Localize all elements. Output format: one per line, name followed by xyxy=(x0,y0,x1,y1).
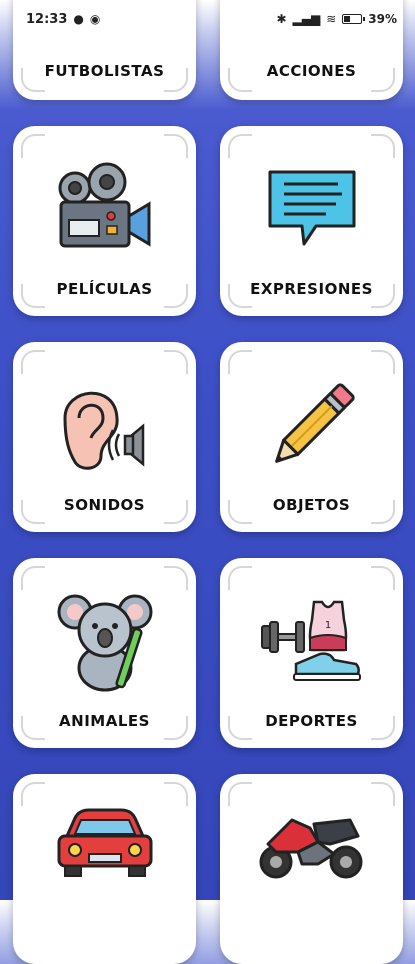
signal-icon: ▂▄▆ xyxy=(292,12,321,26)
battery-percent: 39% xyxy=(368,12,397,26)
category-card-motos[interactable] xyxy=(220,774,403,964)
status-bar: 12:33 ● ◉ ✱ ▂▄▆ ≋ 39% xyxy=(0,0,415,38)
notification-icon: ◉ xyxy=(89,12,101,26)
status-time: 12:33 xyxy=(26,11,68,27)
category-label: ACCIONES xyxy=(266,62,357,80)
category-label: FUTBOLISTAS xyxy=(44,62,165,80)
battery-icon xyxy=(342,14,366,24)
ear-speaker-icon xyxy=(62,391,144,470)
bluetooth-icon: ✱ xyxy=(276,12,287,26)
category-card-peliculas[interactable]: PELÍCULAS xyxy=(13,126,196,316)
motorcycle-icon xyxy=(259,818,362,879)
movie-camera-icon xyxy=(58,162,150,248)
category-card-expresiones[interactable]: EXPRESIONES xyxy=(220,126,403,316)
speech-bubble-icon xyxy=(268,170,355,246)
svg-text:1: 1 xyxy=(324,620,330,631)
category-card-animales[interactable]: ANIMALES xyxy=(13,558,196,748)
status-bar-right: ✱ ▂▄▆ ≋ 39% xyxy=(276,12,397,26)
category-card-objetos[interactable]: OBJETOS xyxy=(220,342,403,532)
wifi-icon: ≋ xyxy=(326,12,337,26)
sports-gear-icon: 1 xyxy=(260,600,361,681)
category-label: ANIMALES xyxy=(59,712,150,730)
category-card-sonidos[interactable]: SONIDOS xyxy=(13,342,196,532)
category-label: PELÍCULAS xyxy=(56,280,153,298)
category-label: DEPORTES xyxy=(265,712,358,730)
category-label: OBJETOS xyxy=(272,496,351,514)
category-label: SONIDOS xyxy=(63,496,146,514)
car-icon xyxy=(57,808,152,877)
status-bar-left: 12:33 ● ◉ xyxy=(26,12,100,27)
category-label: EXPRESIONES xyxy=(250,280,373,298)
chat-icon: ● xyxy=(73,12,84,26)
koala-icon xyxy=(57,594,152,692)
category-card-vehiculos[interactable] xyxy=(13,774,196,964)
pencil-icon xyxy=(274,383,355,463)
category-card-deportes[interactable]: 1 DEPORTES xyxy=(220,558,403,748)
